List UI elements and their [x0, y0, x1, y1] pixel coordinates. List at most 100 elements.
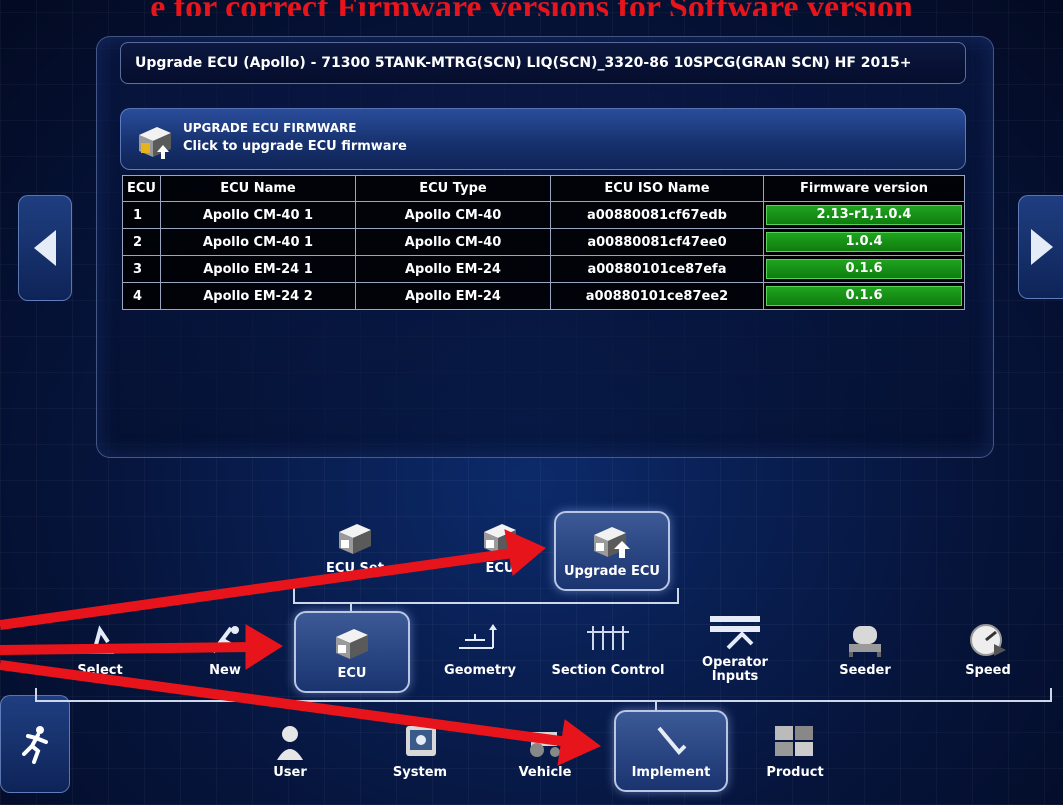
next-page-button[interactable] — [1018, 195, 1063, 299]
menu-vehicle[interactable]: Vehicle — [505, 722, 585, 784]
geometry-icon — [459, 624, 497, 649]
running-man-icon — [22, 726, 48, 764]
menu-ecu-label: ECU — [337, 666, 367, 681]
menu-implement[interactable]: Implement — [614, 710, 728, 792]
menu-ecu-mapping-label: ECU — [485, 561, 515, 576]
menu-system[interactable]: System — [380, 722, 460, 784]
ecu-mapping-icon — [484, 524, 516, 554]
menu-operator-inputs-label: Operator Inputs — [702, 655, 768, 684]
annotation-banner: e for correct Firmware versions for Soft… — [0, 0, 1063, 16]
new-implement-icon — [211, 626, 239, 654]
menu-user[interactable]: User — [255, 722, 325, 784]
ecu-type: Apollo EM-24 — [354, 282, 551, 310]
menu-select-label: Select — [77, 663, 123, 678]
table-row: 2 Apollo CM-40 1 Apollo CM-40 a00880081c… — [122, 228, 966, 256]
ecu-table: ECU ECU Name ECU Type ECU ISO Name Firmw… — [122, 175, 966, 310]
implement-icon — [657, 726, 687, 755]
upgrade-banner-subtext: Click to upgrade ECU firmware — [183, 139, 407, 154]
implement-connector — [35, 688, 37, 702]
exit-button[interactable] — [0, 695, 70, 793]
section-control-icon — [587, 626, 629, 650]
menu-seeder[interactable]: Seeder — [820, 620, 910, 686]
ecu-icon — [339, 524, 371, 554]
menu-select[interactable]: Select — [60, 620, 140, 686]
ecu-number: 3 — [122, 255, 161, 283]
menu-section-control-label: Section Control — [551, 663, 665, 678]
ecu-type: Apollo EM-24 — [354, 255, 551, 283]
upgrade-firmware-button[interactable]: UPGRADE ECU FIRMWARE Click to upgrade EC… — [120, 108, 966, 170]
menu-ecu-mapping[interactable]: ECU — [460, 518, 540, 588]
ecu-iso-name: a00880101ce87ee2 — [549, 282, 764, 310]
firmware-version-badge: 2.13-r1,1.0.4 — [765, 205, 962, 225]
ecu-upgrade-icon — [594, 527, 630, 558]
menu-new[interactable]: New — [185, 620, 265, 686]
firmware-cell: 0.1.6 — [762, 255, 966, 283]
menu-geometry-label: Geometry — [444, 663, 516, 678]
table-row: 4 Apollo EM-24 2 Apollo EM-24 a00880101c… — [122, 282, 966, 310]
previous-page-button[interactable] — [18, 195, 72, 301]
menu-vehicle-label: Vehicle — [518, 765, 572, 780]
system-icon — [406, 726, 436, 756]
ecu-type: Apollo CM-40 — [354, 201, 551, 229]
col-firmware-version: Firmware version — [762, 175, 966, 202]
menu-new-label: New — [209, 663, 241, 678]
menu-ecu[interactable]: ECU — [294, 611, 410, 693]
ecu-iso-name: a00880101ce87efa — [549, 255, 764, 283]
upgrade-banner-heading: UPGRADE ECU FIRMWARE — [183, 121, 357, 135]
page-title: Upgrade ECU (Apollo) - 71300 5TANK-MTRG(… — [120, 42, 966, 84]
submenu-connector — [293, 588, 295, 604]
menu-section-control[interactable]: Section Control — [548, 620, 668, 686]
menu-upgrade-ecu-label: Upgrade ECU — [564, 564, 660, 579]
ecu-iso-name: a00880081cf67edb — [549, 201, 764, 229]
firmware-version-badge: 0.1.6 — [765, 259, 962, 279]
ecu-icon — [336, 629, 368, 659]
implement-connector — [35, 700, 1052, 702]
menu-ecu-setup-label: ECU Set — [326, 561, 384, 576]
implement-connector — [1050, 688, 1052, 702]
firmware-cell: 0.1.6 — [762, 282, 966, 310]
menu-ecu-setup[interactable]: ECU Set — [300, 518, 410, 588]
firmware-version-badge: 1.0.4 — [765, 232, 962, 252]
seeder-icon — [849, 626, 881, 657]
menu-operator-inputs[interactable]: Operator Inputs — [690, 612, 780, 690]
ecu-number: 4 — [122, 282, 161, 310]
table-row: 1 Apollo CM-40 1 Apollo CM-40 a00880081c… — [122, 201, 966, 229]
menu-seeder-label: Seeder — [839, 663, 891, 678]
user-icon — [277, 726, 303, 760]
menu-upgrade-ecu[interactable]: Upgrade ECU — [554, 511, 670, 591]
menu-geometry[interactable]: Geometry — [430, 620, 530, 686]
arrow-right-icon — [1031, 229, 1053, 265]
menu-speed-label: Speed — [965, 663, 1011, 678]
ecu-name: Apollo EM-24 2 — [159, 282, 356, 310]
col-ecu-iso-name: ECU ISO Name — [549, 175, 764, 202]
speed-icon — [970, 624, 1006, 656]
ecu-number: 2 — [122, 228, 161, 256]
annotation-arrow — [0, 547, 521, 630]
col-ecu-name: ECU Name — [159, 175, 356, 202]
ecu-iso-name: a00880081cf47ee0 — [549, 228, 764, 256]
ecu-name: Apollo EM-24 1 — [159, 255, 356, 283]
menu-product[interactable]: Product — [755, 722, 835, 784]
ecu-upgrade-icon — [139, 127, 171, 159]
firmware-cell: 1.0.4 — [762, 228, 966, 256]
product-icon — [775, 726, 813, 756]
arrow-left-icon — [34, 230, 56, 266]
operator-inputs-icon — [710, 616, 760, 650]
select-implement-icon — [86, 625, 114, 654]
ecu-name: Apollo CM-40 1 — [159, 201, 356, 229]
menu-user-label: User — [273, 765, 307, 780]
firmware-version-badge: 0.1.6 — [765, 286, 962, 306]
menu-implement-label: Implement — [631, 765, 711, 780]
ecu-type: Apollo CM-40 — [354, 228, 551, 256]
col-ecu: ECU — [122, 175, 161, 202]
table-header-row: ECU ECU Name ECU Type ECU ISO Name Firmw… — [122, 175, 966, 202]
menu-product-label: Product — [766, 765, 824, 780]
menu-system-label: System — [392, 765, 448, 780]
ecu-name: Apollo CM-40 1 — [159, 228, 356, 256]
vehicle-icon — [530, 732, 560, 757]
menu-speed[interactable]: Speed — [948, 620, 1028, 686]
table-row: 3 Apollo EM-24 1 Apollo EM-24 a00880101c… — [122, 255, 966, 283]
submenu-connector — [677, 588, 679, 604]
col-ecu-type: ECU Type — [354, 175, 551, 202]
ecu-number: 1 — [122, 201, 161, 229]
